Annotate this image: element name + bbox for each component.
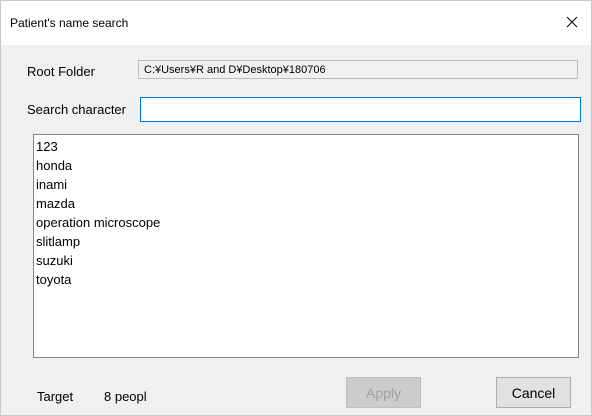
root-folder-label: Root Folder bbox=[27, 64, 95, 79]
list-item[interactable]: suzuki bbox=[34, 251, 578, 270]
list-item[interactable]: operation microscope bbox=[34, 213, 578, 232]
list-item[interactable]: inami bbox=[34, 175, 578, 194]
cancel-button[interactable]: Cancel bbox=[496, 377, 571, 408]
target-label: Target bbox=[37, 389, 74, 404]
patient-list[interactable]: 123 honda inami mazda operation microscope sl… bbox=[33, 134, 579, 358]
target-count: 8 peopl bbox=[104, 389, 147, 404]
root-folder-field: C:¥Users¥R and D¥Desktop¥180706 bbox=[138, 60, 578, 79]
list-item[interactable]: slitlamp bbox=[34, 232, 578, 251]
search-character-label: Search character bbox=[27, 102, 126, 117]
list-item[interactable]: mazda bbox=[34, 194, 578, 213]
close-icon bbox=[566, 16, 578, 28]
list-item[interactable]: honda bbox=[34, 156, 578, 175]
close-button[interactable] bbox=[553, 5, 591, 39]
list-item[interactable]: 123 bbox=[34, 137, 578, 156]
list-item[interactable]: toyota bbox=[34, 270, 578, 289]
dialog-window: Patient's name search Root Folder C:¥Use… bbox=[0, 0, 592, 416]
search-input[interactable] bbox=[140, 97, 581, 122]
dialog-title: Patient's name search bbox=[10, 16, 129, 30]
title-bar: Patient's name search bbox=[1, 1, 591, 45]
apply-button[interactable]: Apply bbox=[346, 377, 421, 408]
